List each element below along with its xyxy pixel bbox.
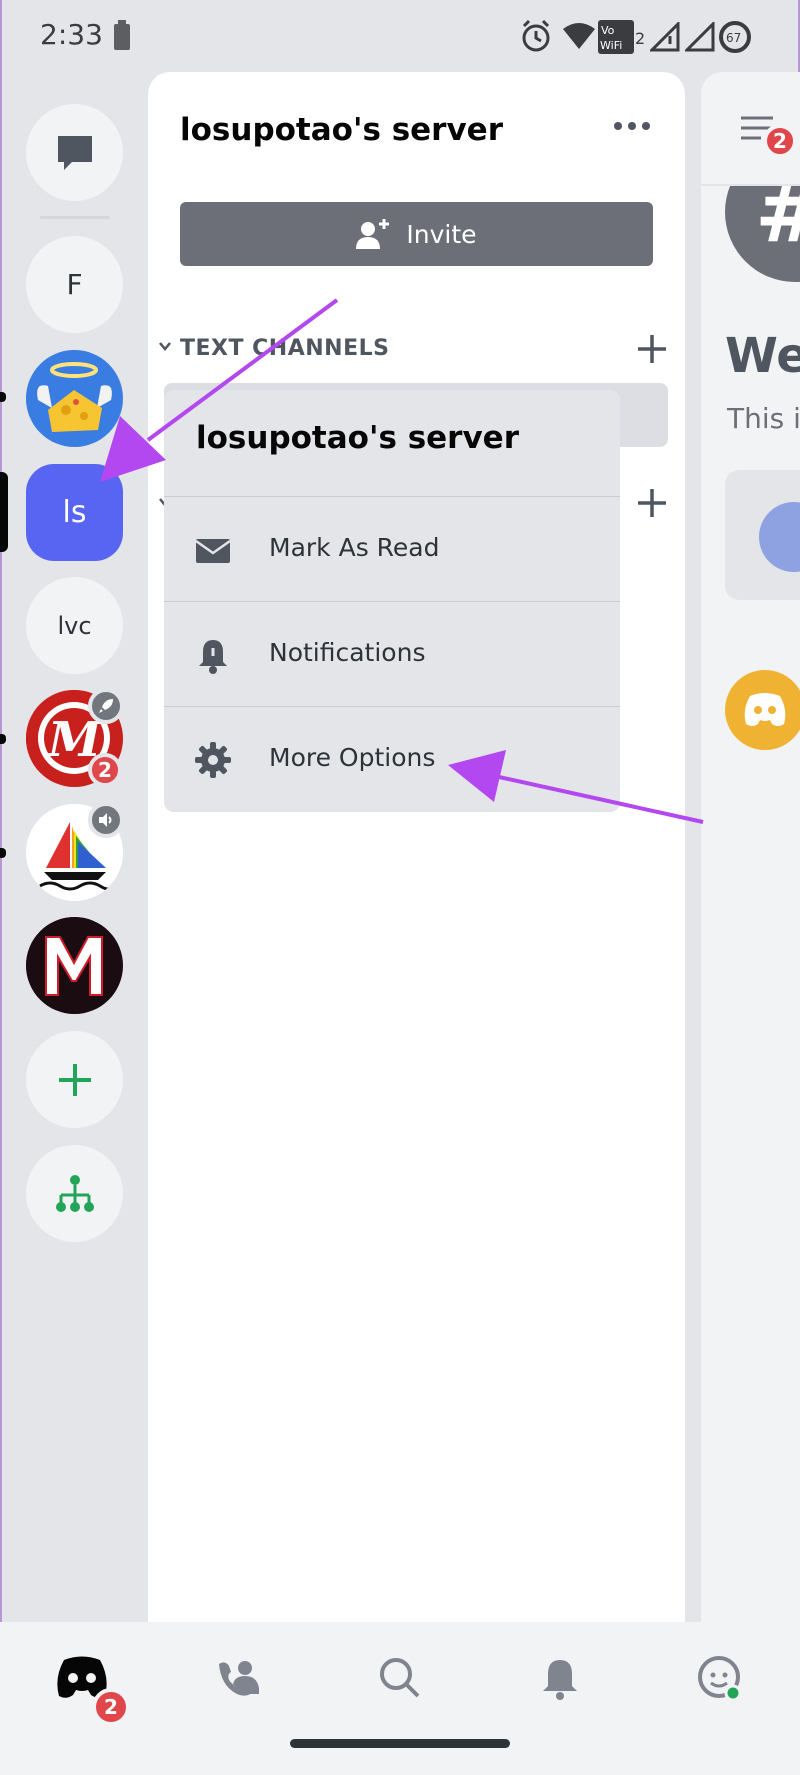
add-server-button[interactable]	[26, 1031, 123, 1128]
battery-percent: 67	[726, 31, 741, 45]
search-icon	[380, 1658, 420, 1698]
wifi-icon	[563, 23, 595, 49]
cheese-avatar-icon	[26, 350, 122, 446]
server-lvc[interactable]: lvc	[26, 577, 123, 674]
bottom-nav: 2	[0, 1622, 800, 1775]
chevron-down-icon	[159, 342, 171, 351]
server-black-m[interactable]	[26, 917, 123, 1014]
menu-item-more-options[interactable]: More Options	[164, 706, 620, 811]
signal-icon	[650, 22, 680, 52]
discover-button[interactable]	[26, 1145, 123, 1242]
category-label: TEXT CHANNELS	[180, 336, 390, 361]
add-user-icon	[356, 219, 390, 249]
create-channel-plus-icon[interactable]	[635, 332, 669, 366]
friends-icon	[219, 1661, 259, 1696]
invite-button[interactable]: Invite	[180, 202, 653, 266]
server-unread-badge: 2	[88, 753, 122, 787]
menu-item-notifications[interactable]: Notifications	[164, 601, 620, 706]
unread-pill	[0, 734, 6, 744]
chat-bubble-icon	[57, 135, 92, 170]
server-lvc-label: lvc	[57, 611, 92, 640]
battery-icon	[114, 20, 130, 50]
rocket-icon	[99, 699, 113, 713]
home-indicator	[290, 1739, 510, 1748]
selected-pill	[0, 472, 8, 552]
voice-badge	[88, 802, 124, 838]
rail-divider	[40, 216, 110, 219]
menu-label: Notifications	[269, 638, 426, 667]
direct-messages-button[interactable]	[26, 104, 123, 201]
server-f-label: F	[66, 268, 83, 301]
context-menu-title: losupotao's server	[196, 420, 519, 456]
channel-panel: losupotao's server Invite TEXT CHANNELS	[148, 72, 685, 1632]
discord-logo-icon	[744, 693, 786, 726]
chat-preview-panel[interactable]: # 2 We This i	[701, 72, 800, 1632]
menu-label: More Options	[269, 743, 436, 772]
alarm-icon	[522, 19, 550, 52]
signal-icon	[685, 22, 715, 52]
hub-tree-icon	[55, 1174, 94, 1212]
nav-profile[interactable]	[690, 1648, 750, 1708]
nav-friends[interactable]	[208, 1648, 268, 1708]
category-text-channels[interactable]: TEXT CHANNELS	[158, 334, 658, 370]
header-badge: 2	[763, 124, 797, 158]
status-bar: 2:33 Vo WiFi 2 67	[0, 0, 800, 72]
status-time: 2:33	[40, 18, 103, 51]
invite-label: Invite	[406, 219, 477, 249]
speaker-icon	[99, 813, 112, 827]
server-context-menu: losupotao's server Mark As Read Notifica…	[164, 390, 620, 812]
plus-icon	[58, 1063, 91, 1096]
notifications-bell-icon	[543, 1660, 577, 1700]
server-title[interactable]: losupotao's server	[180, 112, 503, 148]
server-f[interactable]: F	[26, 236, 123, 333]
black-m-logo-icon	[26, 917, 122, 1013]
vowifi-icon: Vo WiFi 2	[598, 20, 644, 54]
menu-label: Mark As Read	[269, 533, 440, 562]
create-channel-plus-icon[interactable]	[635, 486, 669, 520]
welcome-heading: We	[725, 328, 800, 384]
svg-text:Vo: Vo	[601, 24, 615, 37]
bell-icon	[199, 640, 227, 674]
battery-ring-icon: 67	[719, 21, 751, 53]
unread-pill	[0, 392, 6, 402]
welcome-subtitle: This i	[727, 402, 800, 435]
menu-item-mark-as-read[interactable]: Mark As Read	[164, 496, 620, 601]
server-ls[interactable]: ls	[26, 464, 123, 561]
network-badge: 2	[635, 29, 644, 48]
svg-text:WiFi: WiFi	[600, 39, 622, 52]
boost-badge	[88, 688, 124, 724]
more-options-icon[interactable]	[612, 120, 652, 132]
gear-icon	[195, 742, 231, 778]
home-badge: 2	[92, 1688, 130, 1726]
unread-pill	[0, 848, 6, 858]
chat-header: 2	[701, 72, 800, 186]
profile-icon	[698, 1656, 742, 1702]
envelope-icon	[195, 539, 231, 563]
bot-avatar	[725, 670, 800, 750]
server-cheese[interactable]	[26, 350, 123, 447]
frame-edge-left	[0, 0, 2, 1775]
nav-notifications[interactable]	[530, 1648, 590, 1708]
nav-search[interactable]	[370, 1648, 430, 1708]
server-ls-label: ls	[62, 495, 87, 530]
